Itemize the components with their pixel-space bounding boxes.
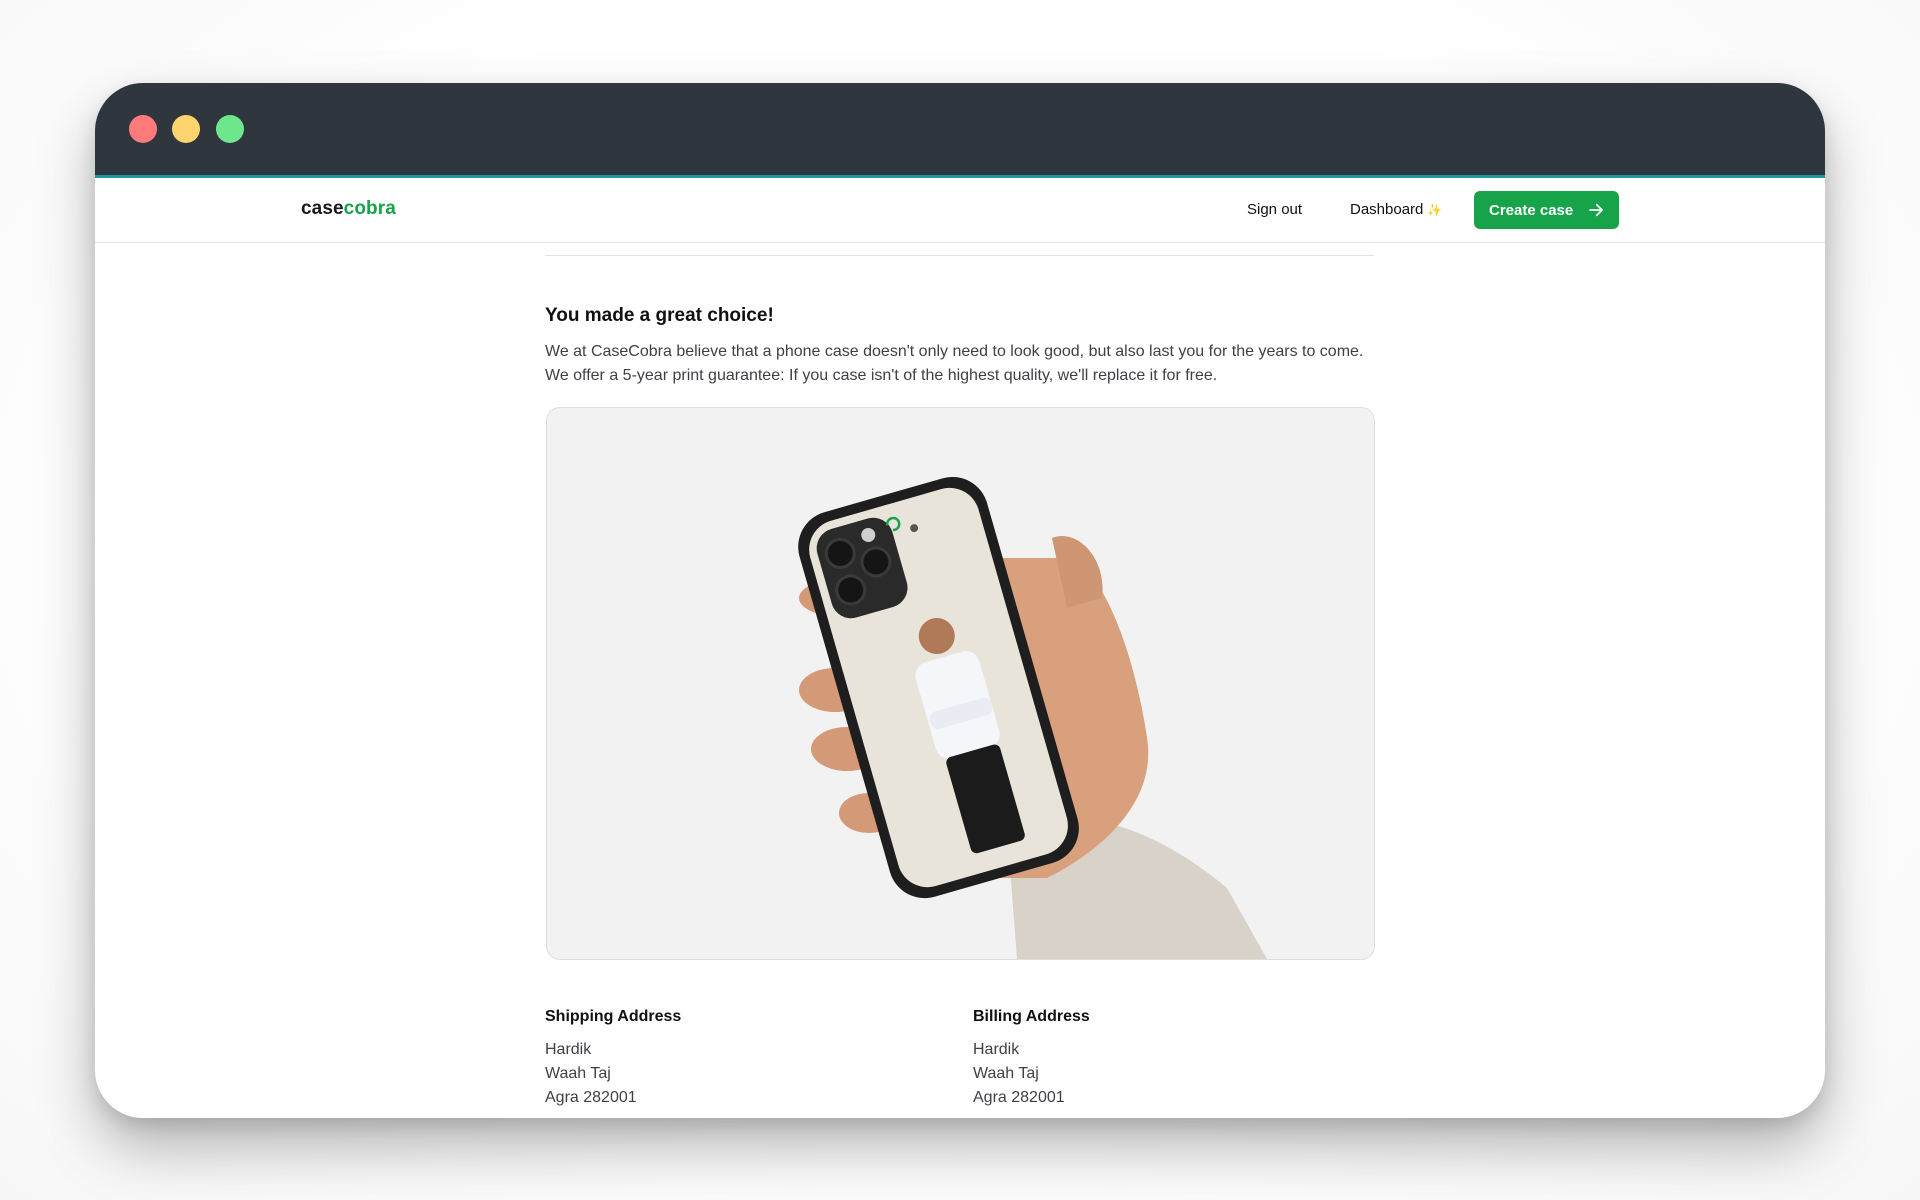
shipping-street: Waah Taj [545,1065,611,1082]
sign-out-link[interactable]: Sign out [1247,201,1302,218]
browser-window: casecobra Sign out Dashboard ✨ Create cas… [95,83,1825,1118]
shipping-address: Hardik Waah Taj Agra 282001 [545,1038,637,1110]
shipping-address-title: Shipping Address [545,1008,682,1025]
phone-case-preview [546,407,1375,960]
sparkle-icon: ✨ [1427,203,1443,217]
billing-city: Agra 282001 [973,1089,1065,1106]
page-heading: You made a great choice! [545,305,774,326]
billing-address: Hardik Waah Taj Agra 282001 [973,1038,1065,1110]
dashboard-label: Dashboard [1350,201,1424,218]
create-case-button[interactable]: Create case [1474,191,1619,229]
arrow-right-icon [1589,203,1603,217]
dashboard-link[interactable]: Dashboard ✨ [1350,201,1442,218]
logo-primary: case [301,198,344,219]
logo[interactable]: casecobra [301,198,396,220]
navbar: casecobra Sign out Dashboard ✨ Create cas… [95,178,1825,243]
section-divider [545,255,1374,256]
window-titlebar [95,83,1825,178]
guarantee-paragraph: We at CaseCobra believe that a phone cas… [545,343,1364,384]
maximize-window-button[interactable] [216,115,244,143]
billing-address-title: Billing Address [973,1008,1090,1025]
shipping-city: Agra 282001 [545,1089,637,1106]
billing-street: Waah Taj [973,1065,1039,1082]
minimize-window-button[interactable] [172,115,200,143]
close-window-button[interactable] [129,115,157,143]
phone-in-hand-illustration [798,476,1267,959]
shipping-name: Hardik [545,1041,592,1058]
logo-accent: cobra [343,198,396,219]
billing-name: Hardik [973,1041,1020,1058]
create-case-label: Create case [1489,201,1574,219]
